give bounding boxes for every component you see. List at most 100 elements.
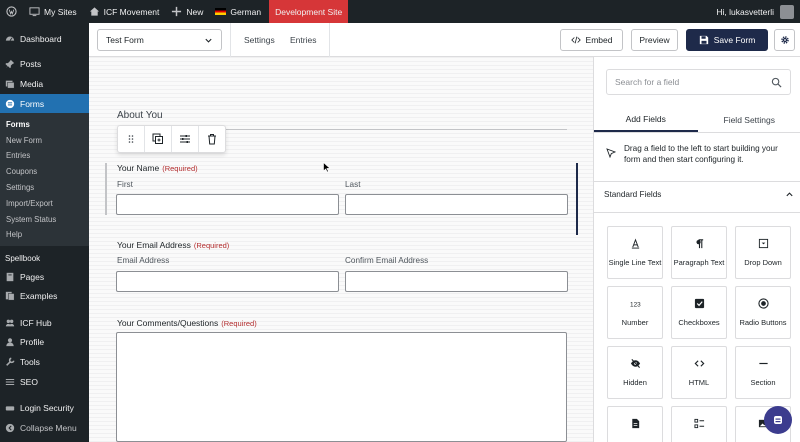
- paragraph-icon: [695, 239, 703, 249]
- code-icon: [694, 360, 704, 367]
- field-tile-html[interactable]: HTML: [671, 346, 727, 399]
- help-chat-button[interactable]: [764, 406, 792, 434]
- submenu-item-help[interactable]: Help: [0, 227, 89, 243]
- field-tile-page[interactable]: [607, 406, 663, 442]
- field-tile-label: Number: [621, 318, 649, 327]
- field-tile-hidden[interactable]: Hidden: [607, 346, 663, 399]
- sidebar-item-label: Profile: [20, 337, 45, 348]
- sidebar-item-forms[interactable]: Forms: [0, 93, 89, 114]
- section-icon: [758, 362, 768, 365]
- sidebar-item-dashboard[interactable]: Dashboard: [0, 29, 89, 49]
- save-form-button[interactable]: Save Form: [686, 29, 768, 51]
- greeting: Hi, lukasvetterli: [716, 6, 774, 17]
- tab-field-settings[interactable]: Field Settings: [698, 107, 800, 132]
- entries-link[interactable]: Entries: [290, 35, 316, 45]
- drag-handle[interactable]: [118, 126, 145, 152]
- site-name-link[interactable]: ICF Movement: [83, 0, 166, 23]
- field-tile-checkboxes[interactable]: Checkboxes: [671, 286, 727, 339]
- tab-add-fields[interactable]: Add Fields: [594, 107, 698, 132]
- pin-icon: [5, 60, 15, 69]
- email-field-label: Your Email Address (Required): [117, 240, 229, 250]
- sidebar-item-tools[interactable]: Tools: [0, 352, 89, 372]
- german-flag-icon: [215, 8, 227, 15]
- submenu-item-entries[interactable]: Entries: [0, 148, 89, 164]
- field-tile-radio-buttons[interactable]: Radio Buttons: [735, 286, 791, 339]
- field-tile-label: Section: [750, 378, 776, 387]
- settings-gear-button[interactable]: [774, 29, 795, 51]
- dropdown-icon: [758, 238, 768, 249]
- confirm-email-sublabel: Confirm Email Address: [345, 256, 429, 265]
- first-name-sublabel: First: [117, 180, 133, 189]
- field-selection-marker: [576, 163, 578, 235]
- first-name-input[interactable]: [116, 194, 339, 215]
- comments-field-label: Your Comments/Questions (Required): [117, 318, 257, 328]
- account-menu[interactable]: Hi, lukasvetterli: [716, 4, 800, 19]
- email-label-text: Your Email Address: [117, 240, 191, 250]
- field-settings-button[interactable]: [172, 126, 199, 152]
- sidebar-item-examples[interactable]: Examples: [0, 286, 89, 306]
- field-search-input[interactable]: Search for a field: [606, 69, 791, 95]
- standard-fields-header[interactable]: Standard Fields: [604, 190, 794, 199]
- submenu-item-coupons[interactable]: Coupons: [0, 164, 89, 180]
- sidebar-item-seo[interactable]: SEO: [0, 372, 89, 392]
- sidebar-item-label: Pages: [20, 271, 45, 282]
- search-placeholder: Search for a field: [615, 77, 680, 87]
- new-content-link[interactable]: New: [165, 0, 209, 23]
- document-icon: [631, 418, 639, 429]
- field-tile-label: Hidden: [623, 378, 647, 387]
- admin-bar: My Sites ICF Movement New German Develop…: [0, 0, 800, 23]
- sidebar-item-profile[interactable]: Profile: [0, 333, 89, 353]
- sidebar-item-spellbook[interactable]: Spellbook: [0, 250, 89, 267]
- pointer-icon: [606, 148, 616, 158]
- drag-hint-text: Drag a field to the left to start buildi…: [624, 144, 778, 164]
- sidebar-item-collapse-menu[interactable]: Collapse Menu: [0, 418, 89, 438]
- sidebar-item-label: Collapse Menu: [20, 422, 77, 433]
- text-icon: [631, 238, 639, 249]
- my-sites-label: My Sites: [44, 6, 77, 17]
- sidebar-item-media[interactable]: Media: [0, 74, 89, 94]
- sidebar-item-label: SEO: [20, 376, 38, 387]
- preview-button[interactable]: Preview: [631, 29, 678, 51]
- drag-hint: Drag a field to the left to start buildi…: [606, 143, 791, 165]
- checkbox-icon: [694, 298, 704, 309]
- sidebar-item-pages[interactable]: Pages: [0, 267, 89, 287]
- wordpress-logo[interactable]: [0, 0, 23, 23]
- form-switcher[interactable]: Test Form: [97, 29, 222, 51]
- search-icon: [771, 77, 782, 88]
- form-canvas[interactable]: About You Your Name (Required) First Last…: [89, 57, 593, 442]
- sidebar-item-login-security[interactable]: Login Security: [0, 398, 89, 418]
- sidebar-item-label: Media: [20, 78, 44, 89]
- language-switcher[interactable]: German: [209, 0, 267, 23]
- field-tile-number[interactable]: 123 Number: [607, 286, 663, 339]
- sidebar-item-label: Examples: [20, 291, 58, 302]
- sidebar-item-icf-hub[interactable]: ICF Hub: [0, 313, 89, 333]
- development-site-badge[interactable]: Development Site: [269, 0, 349, 23]
- submenu-item-new-form[interactable]: New Form: [0, 132, 89, 148]
- confirm-email-input[interactable]: [345, 271, 568, 292]
- comments-textarea[interactable]: [116, 332, 567, 442]
- delete-field-button[interactable]: [199, 126, 225, 152]
- my-sites-link[interactable]: My Sites: [23, 0, 83, 23]
- submenu-item-forms[interactable]: Forms: [0, 116, 89, 132]
- embed-button[interactable]: Embed: [560, 29, 623, 51]
- settings-link[interactable]: Settings: [244, 35, 275, 45]
- divider: [230, 23, 231, 57]
- required-marker: (Required): [193, 241, 230, 250]
- submenu-item-system-status[interactable]: System Status: [0, 211, 89, 227]
- submenu-item-settings[interactable]: Settings: [0, 180, 89, 196]
- field-tile-paragraph-text[interactable]: Paragraph Text: [671, 226, 727, 279]
- language-label: German: [230, 6, 262, 17]
- field-tile-multiple-choice[interactable]: [671, 406, 727, 442]
- examples-icon: [5, 291, 15, 301]
- dashboard-icon: [5, 36, 15, 41]
- email-input[interactable]: [116, 271, 339, 292]
- submenu-item-import-export[interactable]: Import/Export: [0, 195, 89, 211]
- field-tile-drop-down[interactable]: Drop Down: [735, 226, 791, 279]
- field-tile-section[interactable]: Section: [735, 346, 791, 399]
- duplicate-field-button[interactable]: [145, 126, 172, 152]
- field-tile-single-line-text[interactable]: Single Line Text: [607, 226, 663, 279]
- last-name-input[interactable]: [345, 194, 568, 215]
- sidebar-item-posts[interactable]: Posts: [0, 55, 89, 75]
- panel-tabs: Add Fields Field Settings: [594, 107, 800, 133]
- comments-label-text: Your Comments/Questions: [117, 318, 219, 328]
